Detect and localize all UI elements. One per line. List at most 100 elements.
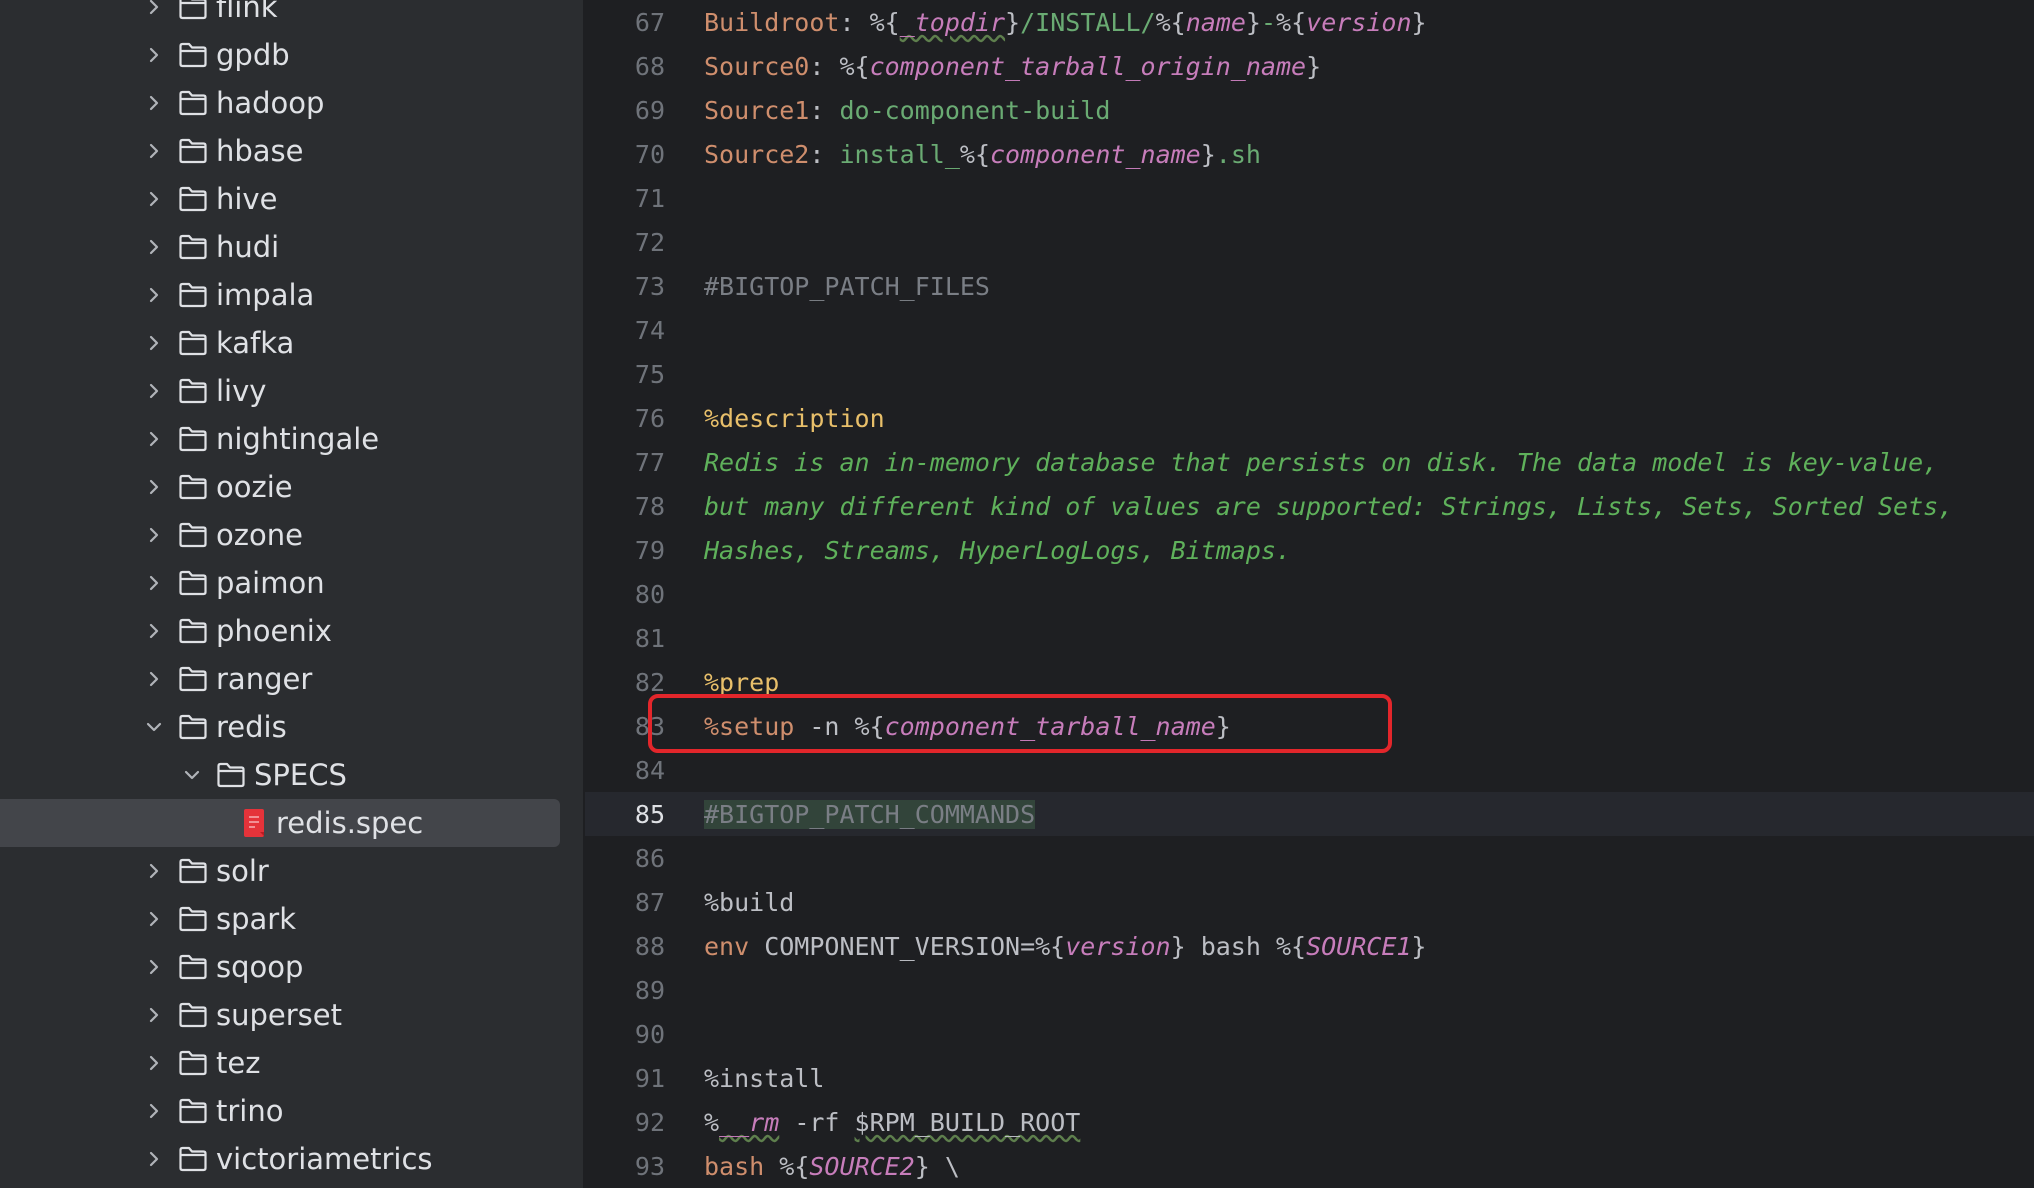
tree-folder-item[interactable]: SPECS [0,751,583,799]
tree-folder-item[interactable]: nightingale [0,415,583,463]
code-line[interactable]: 81 [585,616,2034,660]
code-token: COMPONENT_VERSION=%{ [749,931,1066,961]
code-line[interactable]: 67 Buildroot: %{_topdir}/INSTALL/%{name}-… [585,0,2034,44]
tree-folder-item[interactable]: ozone [0,511,583,559]
tree-folder-item[interactable]: redis [0,703,583,751]
line-number: 90 [634,1019,665,1049]
line-number: 82 [634,667,665,697]
tree-folder-item[interactable]: solr [0,847,583,895]
code-token: install_ [839,139,960,169]
chevron-right-icon[interactable] [144,285,164,305]
chevron-right-icon[interactable] [144,0,164,17]
chevron-right-icon[interactable] [144,1053,164,1073]
chevron-right-icon[interactable] [144,909,164,929]
chevron-right-icon[interactable] [144,429,164,449]
code-line[interactable]: 82 %prep [585,660,2034,704]
code-editor[interactable]: 67 Buildroot: %{_topdir}/INSTALL/%{name}-… [585,0,2034,1188]
chevron-right-icon[interactable] [144,525,164,545]
tree-folder-item[interactable]: hive [0,175,583,223]
chevron-right-icon[interactable] [144,477,164,497]
chevron-right-icon[interactable] [144,141,164,161]
chevron-right-icon[interactable] [144,861,164,881]
code-token: component_tarball_name [884,711,1216,741]
code-line[interactable]: 89 [585,968,2034,1012]
tree-folder-item[interactable]: superset [0,991,583,1039]
code-line[interactable]: 79 Hashes, Streams, HyperLogLogs, Bitmaps… [585,528,2034,572]
chevron-right-icon[interactable] [144,621,164,641]
code-line[interactable]: 80 [585,572,2034,616]
line-number: 77 [634,447,665,477]
code-line[interactable]: 90 [585,1012,2034,1056]
tree-folder-item[interactable]: spark [0,895,583,943]
code-line[interactable]: 83 %setup -n %{component_tarball_name} [585,704,2034,748]
tree-folder-item[interactable]: impala [0,271,583,319]
code-line[interactable]: 87 %build [585,880,2034,924]
code-line[interactable]: 92 %__rm -rf $RPM_BUILD_ROOT [585,1100,2034,1144]
chevron-down-icon[interactable] [144,717,164,737]
folder-icon [178,1049,208,1077]
code-line[interactable]: 70 Source2: install_%{component_name}.sh [585,132,2034,176]
tree-folder-item[interactable]: hadoop [0,79,583,127]
tree-item-label: ranger [216,662,313,696]
code-line[interactable]: 74 [585,308,2034,352]
project-tree[interactable]: flink gpdb hadoop hbase hive hudi impala kafka l… [0,0,583,1188]
code-line[interactable]: 72 [585,220,2034,264]
tree-folder-item[interactable]: oozie [0,463,583,511]
line-number: 71 [634,183,665,213]
tree-folder-item[interactable]: victoriametrics [0,1135,583,1183]
chevron-right-icon[interactable] [144,45,164,65]
tree-folder-item[interactable]: flink [0,0,583,31]
code-line[interactable]: 68 Source0: %{component_tarball_origin_na… [585,44,2034,88]
code-line[interactable]: 75 [585,352,2034,396]
tree-item-label: spark [216,902,297,936]
code-line[interactable]: 71 [585,176,2034,220]
tree-folder-item[interactable]: paimon [0,559,583,607]
tree-folder-item[interactable]: sqoop [0,943,583,991]
tree-folder-item[interactable]: phoenix [0,607,583,655]
tree-file-item[interactable]: redis.spec [0,799,583,847]
code-line[interactable]: 86 [585,836,2034,880]
chevron-right-icon[interactable] [144,573,164,593]
code-line[interactable]: 78 but many different kind of values are … [585,484,2034,528]
tree-folder-item[interactable]: trino [0,1087,583,1135]
tree-folder-item[interactable]: livy [0,367,583,415]
chevron-right-icon[interactable] [144,1149,164,1169]
chevron-right-icon[interactable] [144,189,164,209]
folder-icon [178,713,208,741]
tree-folder-item[interactable]: gpdb [0,31,583,79]
chevron-right-icon[interactable] [144,1005,164,1025]
code-line[interactable]: 88 env COMPONENT_VERSION=%{version} bash … [585,924,2034,968]
code-text: Source2: install_%{component_name}.sh [704,140,1261,169]
code-line[interactable]: 76 %description [585,396,2034,440]
tree-folder-item[interactable]: zookeeper [0,1183,583,1188]
folder-icon [178,377,208,405]
tree-folder-item[interactable]: tez [0,1039,583,1087]
line-number: 69 [634,95,665,125]
chevron-down-icon[interactable] [182,765,202,785]
chevron-right-icon[interactable] [144,93,164,113]
chevron-right-icon[interactable] [144,333,164,353]
code-line[interactable]: 91 %install [585,1056,2034,1100]
tree-folder-item[interactable]: hbase [0,127,583,175]
code-line[interactable]: 93 bash %{SOURCE2} \ [585,1144,2034,1188]
code-line[interactable]: 69 Source1: do-component-build [585,88,2034,132]
chevron-right-icon[interactable] [144,957,164,977]
chevron-right-icon[interactable] [144,381,164,401]
chevron-right-icon[interactable] [144,669,164,689]
code-line[interactable]: 85 #BIGTOP_PATCH_COMMANDS [585,792,2034,836]
code-token: env [704,931,750,961]
line-number: 79 [634,535,665,565]
tree-folder-item[interactable]: ranger [0,655,583,703]
tree-item-label: flink [216,0,278,24]
chevron-right-icon[interactable] [144,1101,164,1121]
code-line[interactable]: 73 #BIGTOP_PATCH_FILES [585,264,2034,308]
chevron-right-icon[interactable] [144,237,164,257]
tree-item-label: oozie [216,470,293,504]
code-line[interactable]: 84 [585,748,2034,792]
code-token: Hashes, Streams, HyperLogLogs, Bitmaps. [704,535,1291,565]
tree-folder-item[interactable]: hudi [0,223,583,271]
line-number: 88 [634,931,665,961]
tree-folder-item[interactable]: kafka [0,319,583,367]
code-line[interactable]: 77 Redis is an in-memory database that pe… [585,440,2034,484]
code-token: %description [704,403,885,433]
